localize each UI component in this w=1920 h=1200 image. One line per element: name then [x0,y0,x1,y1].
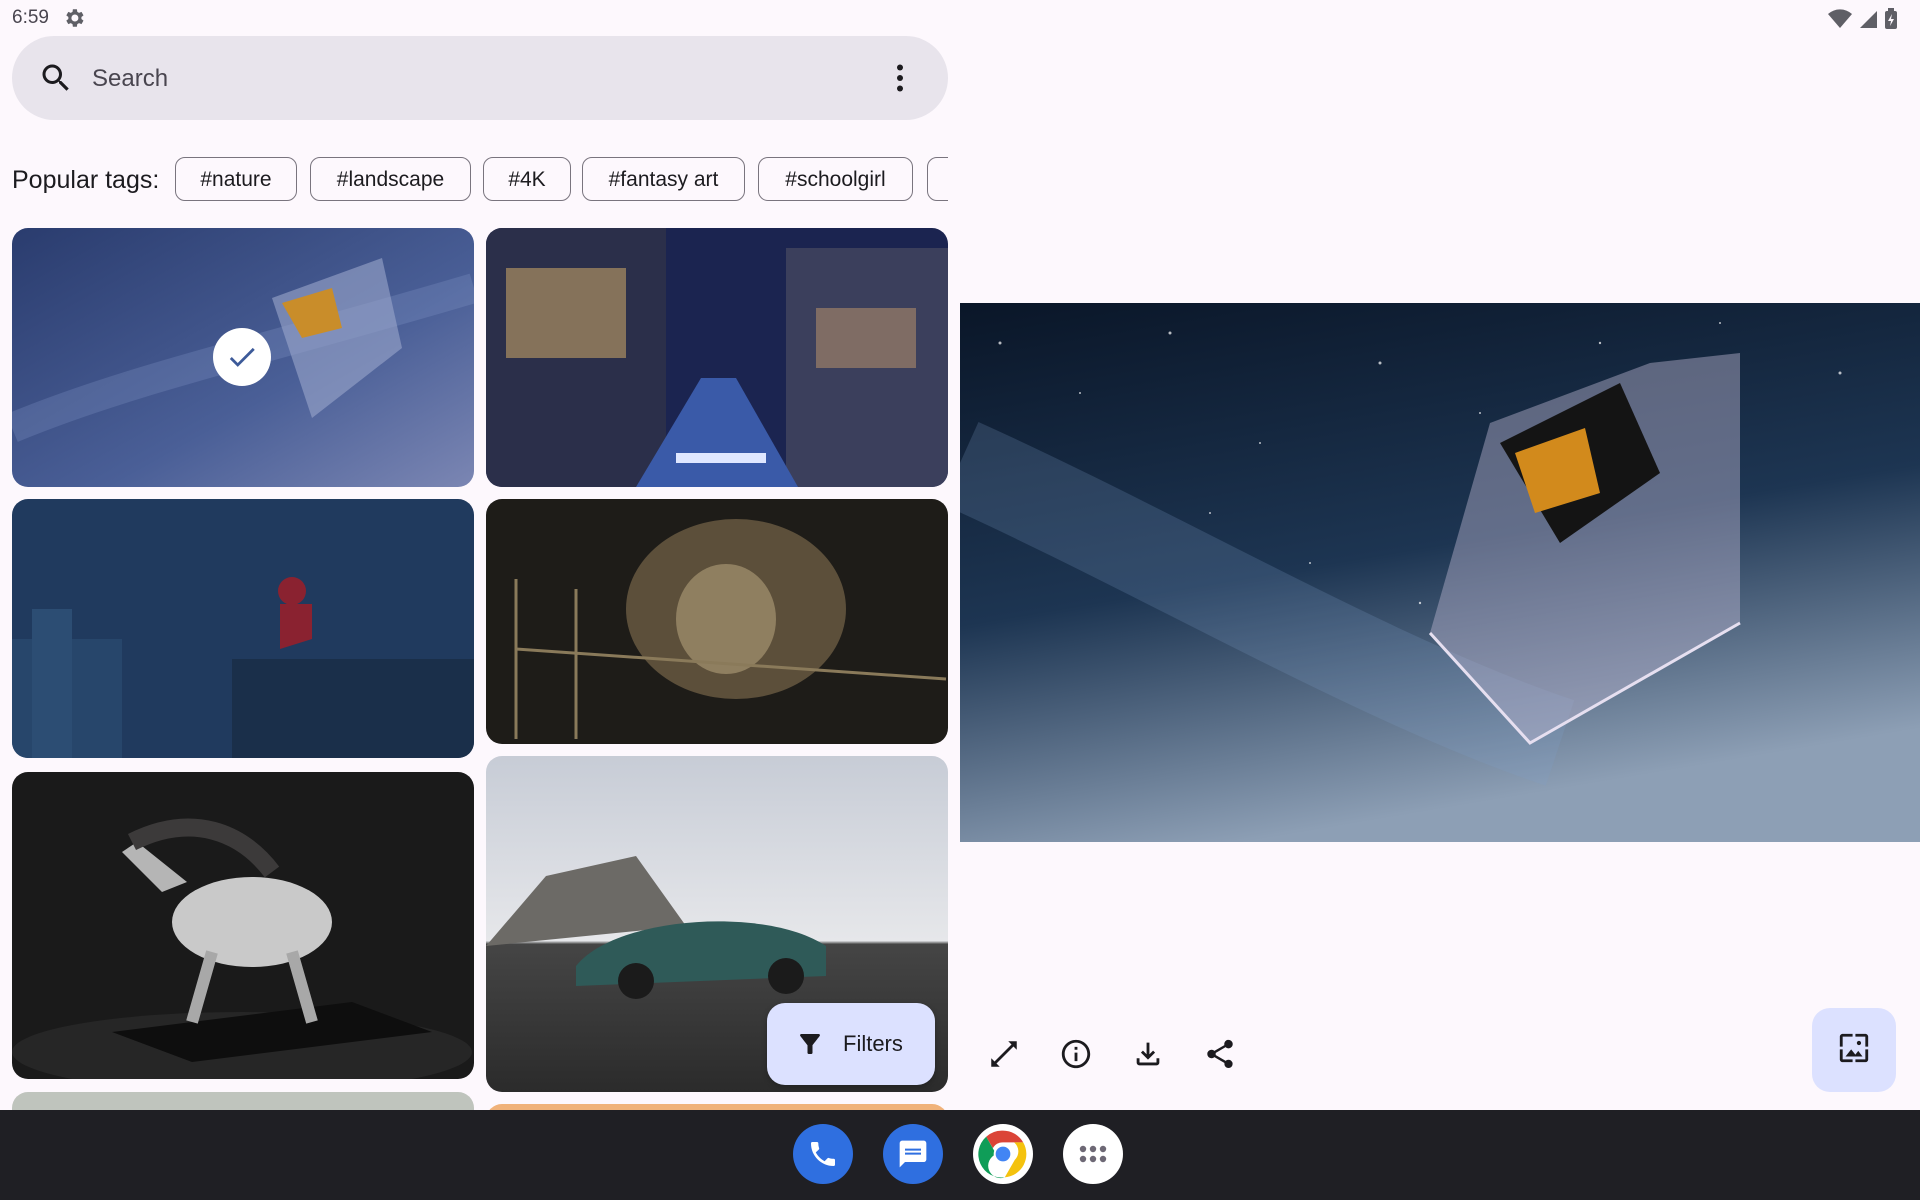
set-wallpaper-button[interactable] [1812,1008,1896,1092]
messages-app-icon[interactable] [883,1124,943,1184]
wallpaper-thumbnail[interactable] [12,1092,474,1110]
settings-gear-icon [62,6,86,30]
wallpaper-thumbnail[interactable] [12,499,474,758]
download-icon[interactable] [1124,1030,1172,1078]
search-icon [38,60,74,96]
status-bar: 6:59 [0,0,1920,34]
wallpaper-preview[interactable] [960,303,1920,842]
popular-tags-row: Popular tags: #nature #landscape #4K #fa… [12,156,948,204]
filters-label: Filters [843,1031,903,1056]
fullscreen-icon[interactable] [980,1030,1028,1078]
app-dock [793,1124,1123,1184]
wallpaper-thumbnail[interactable] [486,499,948,744]
filter-icon [795,1029,825,1059]
wallpaper-grid [0,224,960,1110]
chrome-app-icon[interactable] [973,1124,1033,1184]
filters-button[interactable]: Filters [767,1003,935,1085]
wallpaper-icon [1837,1031,1871,1070]
status-time: 6:59 [12,7,49,28]
more-vert-icon[interactable] [882,60,918,96]
share-icon[interactable] [1196,1030,1244,1078]
tag-chip[interactable]: #nature [175,157,297,201]
wallpaper-thumbnail[interactable] [12,772,474,1079]
tag-chip[interactable]: #fantasy art [582,157,745,201]
wallpaper-thumbnail[interactable] [12,228,474,487]
app-drawer-icon[interactable] [1063,1124,1123,1184]
info-icon[interactable] [1052,1030,1100,1078]
wifi-icon [1828,9,1852,34]
taskbar [0,1110,1920,1200]
status-icons [1828,8,1898,35]
tag-chip-partial[interactable] [927,157,948,201]
tag-chip[interactable]: #landscape [310,157,471,201]
tag-chip[interactable]: #schoolgirl [758,157,913,201]
selected-check-icon [213,328,271,386]
phone-app-icon[interactable] [793,1124,853,1184]
tag-chip[interactable]: #4K [483,157,571,201]
preview-actions [980,1030,1244,1078]
search-bar[interactable] [12,36,948,120]
wallpaper-thumbnail[interactable] [486,228,948,487]
battery-icon [1884,8,1898,35]
popular-tags-label: Popular tags: [12,166,160,194]
cellular-signal-icon [1858,9,1878,34]
search-input[interactable] [90,56,874,102]
